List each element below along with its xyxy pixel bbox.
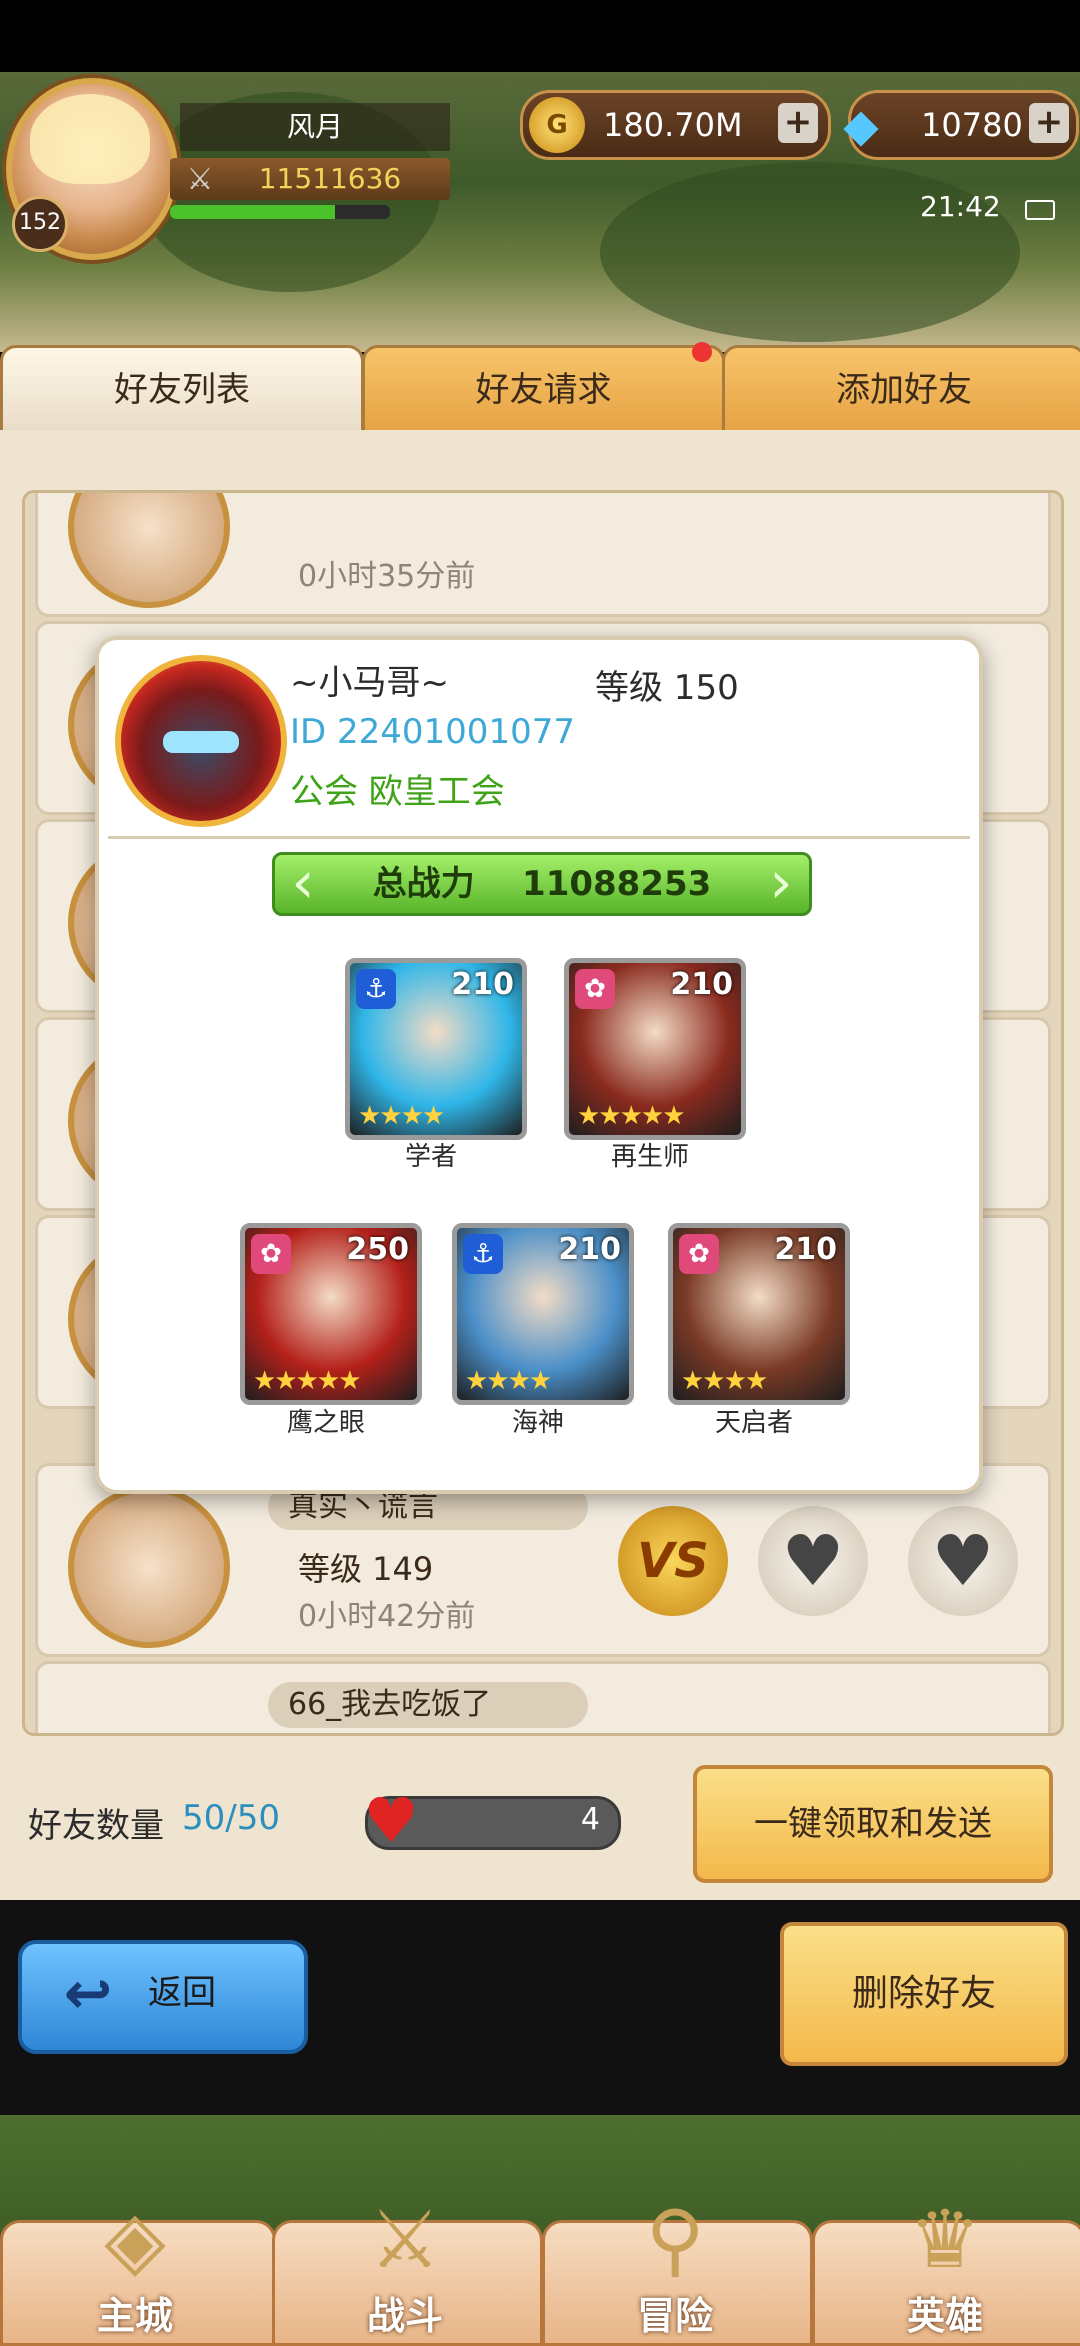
clock: 21:42	[920, 190, 1001, 223]
nav-adventure-label: 冒险	[636, 2294, 713, 2338]
hero-stars: ★★★★	[358, 1101, 445, 1131]
total-power-value: 11088253	[522, 864, 712, 904]
chevron-left-icon: ‹	[291, 848, 315, 916]
friend-profile-name: ~小马哥~	[290, 663, 449, 703]
gold-coin-icon: G	[529, 97, 585, 153]
player-level-badge: 152	[12, 196, 68, 252]
notification-dot	[692, 342, 712, 362]
hero-name: 再生师	[610, 1142, 689, 1172]
tab-add-friend[interactable]: 添加好友	[722, 345, 1080, 436]
hero-stars: ★★★★★	[253, 1366, 362, 1396]
total-power-label: 总战力	[372, 864, 475, 904]
friend-count-label: 好友数量	[28, 1806, 164, 1846]
hero-level: 210	[670, 967, 733, 1002]
player-xp-fill	[170, 205, 335, 219]
hero-stars: ★★★★	[465, 1366, 552, 1396]
add-gems-button[interactable]: +	[1029, 103, 1069, 143]
hero-name: 天启者	[714, 1408, 793, 1438]
chevron-right-icon: ›	[769, 848, 793, 916]
delete-friend-button[interactable]: 删除好友	[780, 1922, 1068, 2066]
map-scroll-icon: ⚲	[645, 2193, 705, 2286]
status-bar	[0, 0, 1080, 72]
nav-main-city-label: 主城	[96, 2294, 173, 2338]
hero-stars: ★★★★★	[577, 1101, 686, 1131]
hero-card[interactable]: ⚓ 210 ★★★★	[452, 1223, 634, 1405]
gem-amount: 10780	[921, 106, 1023, 144]
battery-icon	[1025, 200, 1055, 220]
castle-icon: ◈	[104, 2193, 166, 2286]
lotus-class-icon: ✿	[679, 1234, 719, 1274]
heart-icon: ♥	[363, 1784, 419, 1857]
friend-profile-level: 等级 150	[595, 668, 739, 708]
total-power-ribbon: ‹ 总战力 11088253 ›	[272, 852, 812, 916]
hero-name: 海神	[511, 1408, 564, 1438]
player-xp-bar	[170, 205, 390, 219]
anchor-class-icon: ⚓	[463, 1234, 503, 1274]
nav-battle-label: 战斗	[366, 2294, 443, 2338]
tab-friend-requests[interactable]: 好友请求	[362, 345, 725, 436]
hero-level: 210	[451, 967, 514, 1002]
back-button-label: 返回	[148, 1973, 216, 2013]
hero-card[interactable]: ✿ 210 ★★★★	[668, 1223, 850, 1405]
claim-and-send-all-button[interactable]: 一键领取和发送	[693, 1765, 1053, 1883]
hero-level: 210	[774, 1232, 837, 1267]
gift-count: 4	[580, 1802, 600, 1837]
friend-profile-guild: 公会 欧皇工会	[290, 772, 505, 812]
gem-currency-box: ◆ 10780 +	[843, 90, 1079, 160]
back-arrow-icon: ↩	[63, 1959, 113, 2027]
hero-crest-icon: ♛	[909, 2193, 981, 2286]
divider	[108, 836, 970, 839]
hero-name: 学者	[404, 1142, 457, 1172]
crossed-swords-icon: ⚔	[186, 162, 214, 197]
hero-card[interactable]: ✿ 250 ★★★★★	[240, 1223, 422, 1405]
hero-card[interactable]: ✿ 210 ★★★★★	[564, 958, 746, 1140]
gold-currency-box: G 180.70M +	[520, 90, 831, 160]
crossed-swords-icon: ⚔	[369, 2193, 441, 2286]
nav-heroes-label: 英雄	[906, 2294, 983, 2338]
anchor-class-icon: ⚓	[356, 969, 396, 1009]
hero-name: 鹰之眼	[286, 1408, 365, 1438]
hero-card[interactable]: ⚓ 210 ★★★★	[345, 958, 527, 1140]
diamond-icon: ◆	[843, 98, 879, 152]
player-name: 风月	[286, 110, 343, 143]
lotus-class-icon: ✿	[575, 969, 615, 1009]
add-gold-button[interactable]: +	[778, 103, 818, 143]
tab-friend-list[interactable]: 好友列表	[0, 345, 364, 436]
gold-amount: 180.70M	[603, 106, 743, 144]
hero-stars: ★★★★	[681, 1366, 768, 1396]
hero-level: 250	[346, 1232, 409, 1267]
friend-profile-avatar	[115, 655, 287, 827]
hero-level: 210	[558, 1232, 621, 1267]
friend-count-value: 50/50	[182, 1798, 280, 1838]
friend-profile-id: ID 22401001077	[290, 712, 575, 752]
player-power: 11511636	[258, 162, 402, 195]
lotus-class-icon: ✿	[251, 1234, 291, 1274]
